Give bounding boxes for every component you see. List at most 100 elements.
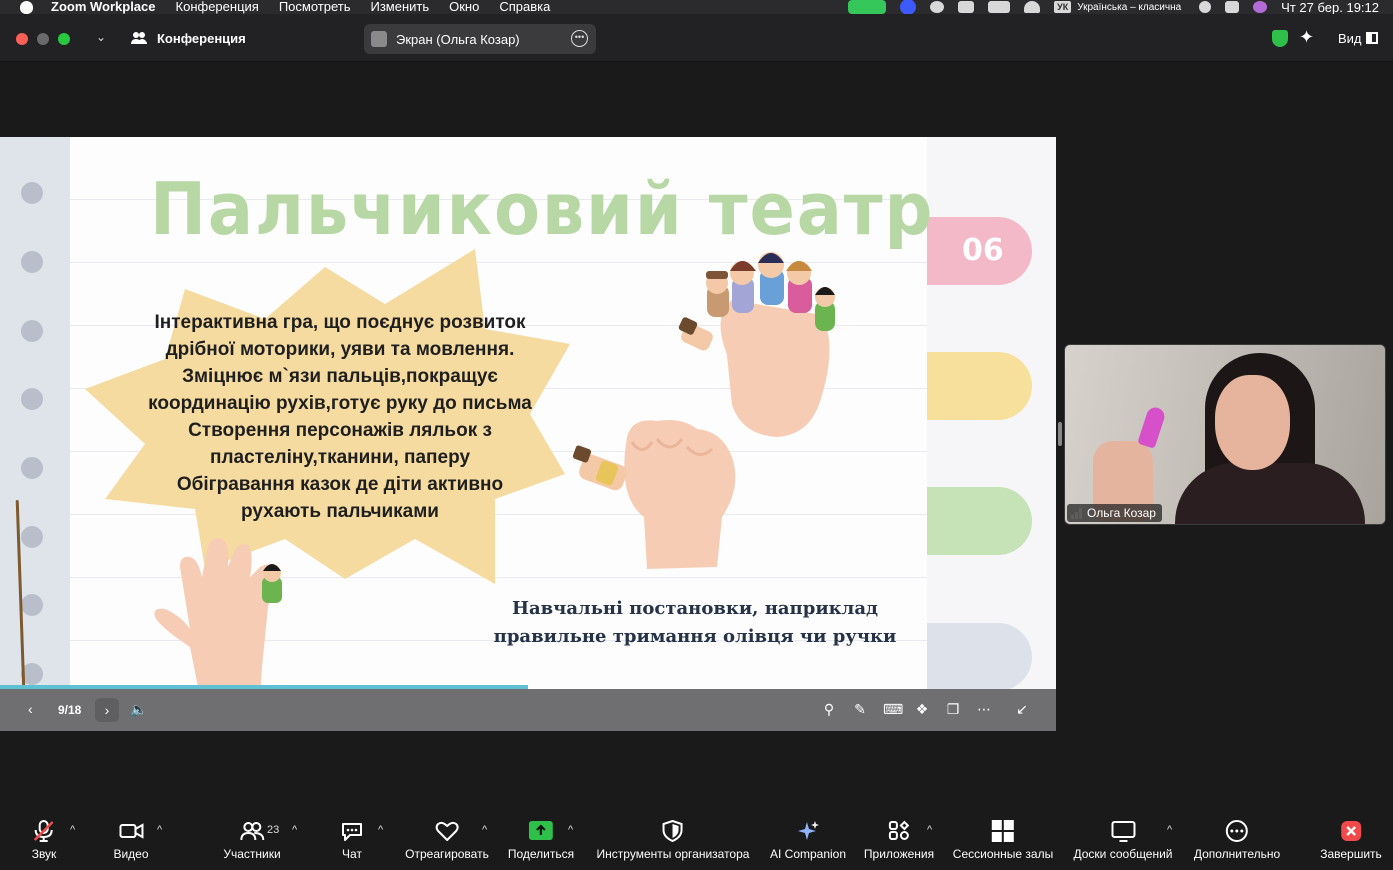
share-screen-button[interactable]: Поделиться	[508, 820, 574, 861]
section-number: 06	[962, 233, 1004, 268]
airpods-icon[interactable]	[958, 1, 975, 13]
video-button[interactable]: Видео	[113, 820, 149, 861]
panel-resize-handle[interactable]	[1058, 422, 1062, 446]
share-label: Поделиться	[507, 847, 575, 861]
menu-edit[interactable]: Изменить	[370, 0, 429, 14]
slide-control-bar: ‹ 9/18 › 🔈 ⚲ ✎ ⌨ ❖ ❐ ⋯ ↙	[0, 689, 1056, 731]
host-tools-button[interactable]: Инструменты организатора	[597, 820, 749, 861]
participants-options-caret[interactable]: ^	[292, 824, 297, 836]
participants-label: Участники	[223, 847, 281, 861]
binding-hole	[21, 251, 43, 273]
macos-menu-bar: Zoom Workplace Конференция Посмотреть Из…	[0, 0, 1393, 15]
wifi-icon[interactable]	[1024, 1, 1041, 13]
next-slide-button[interactable]: ›	[95, 698, 119, 722]
siri-icon[interactable]	[1253, 1, 1268, 13]
ai-companion-label: AI Companion	[769, 847, 847, 861]
whiteboards-button[interactable]: Доски сообщений	[1073, 820, 1173, 861]
menu-clock[interactable]: Чт 27 бер. 19:12	[1281, 0, 1379, 15]
open-hand-with-puppet-illustration	[154, 538, 282, 689]
whiteboard-icon	[1111, 821, 1135, 842]
zoom-in-icon[interactable]: ⚲	[821, 701, 837, 717]
audio-options-caret[interactable]: ^	[70, 824, 75, 836]
exit-fullscreen-icon[interactable]: ↙	[1014, 701, 1030, 717]
binding-hole	[21, 388, 43, 410]
more-label: Дополнительно	[1193, 847, 1281, 861]
ai-sparkle-icon[interactable]: ✦	[1299, 27, 1314, 48]
battery-icon[interactable]	[988, 1, 1011, 13]
fist-with-puppet-illustration	[572, 420, 736, 569]
end-meeting-button[interactable]: Завершить	[1320, 820, 1382, 861]
more-icon[interactable]: ⋯	[976, 701, 992, 717]
end-meeting-label: Завершить	[1320, 847, 1382, 861]
chat-options-caret[interactable]: ^	[378, 824, 383, 836]
control-center-icon[interactable]	[1225, 1, 1240, 13]
menu-conference[interactable]: Конференция	[176, 0, 259, 14]
apps-label: Приложения	[863, 847, 935, 861]
fullscreen-window-button[interactable]	[58, 33, 70, 45]
speaker-icon[interactable]: 🔈	[130, 701, 147, 717]
menu-app-name[interactable]: Zoom Workplace	[51, 0, 156, 14]
audio-button[interactable]: Звук	[31, 820, 57, 861]
close-window-button[interactable]	[16, 33, 28, 45]
breakout-rooms-button[interactable]: Сессионные залы	[953, 820, 1053, 861]
binding-hole	[21, 457, 43, 479]
section-tab-06: 06	[927, 217, 1032, 285]
burst-line: координацію рухів,готує руку до письма	[148, 393, 532, 414]
more-button[interactable]: Дополнительно	[1194, 820, 1280, 861]
apps-button[interactable]: Приложения	[864, 820, 934, 861]
zoom-app-icon[interactable]	[900, 0, 917, 15]
whiteboards-label: Доски сообщений	[1073, 847, 1173, 861]
react-button[interactable]: Отреагировать	[405, 820, 489, 861]
section-tab-green	[927, 487, 1032, 555]
whiteboards-options-caret[interactable]: ^	[1167, 824, 1172, 836]
keyboard-badge[interactable]: УК	[1054, 1, 1072, 13]
slide-caption: Навчальні постановки, наприклад правильн…	[490, 595, 900, 651]
participant-video-tile[interactable]: Ольга Козар	[1064, 344, 1386, 525]
muted-microphone-icon	[34, 820, 54, 842]
share-options-caret[interactable]: ^	[568, 824, 573, 836]
security-shield-icon[interactable]	[1272, 30, 1288, 47]
view-menu-label[interactable]: Вид	[1338, 31, 1362, 46]
spotlight-search-icon[interactable]	[1199, 1, 1212, 13]
more-options-icon[interactable]: •••	[571, 30, 588, 47]
keyboard-layout[interactable]: Українська – класична	[1077, 2, 1181, 13]
broadcast-icon[interactable]: ❖	[914, 701, 930, 717]
chat-button[interactable]: Чат	[340, 820, 364, 861]
slide-tabs: 06	[927, 137, 1056, 689]
audio-label: Звук	[31, 847, 57, 861]
video-options-caret[interactable]: ^	[157, 824, 162, 836]
layers-icon[interactable]: ❐	[945, 701, 961, 717]
binding-hole	[21, 526, 43, 548]
menu-help[interactable]: Справка	[499, 0, 550, 14]
participant-name-label: Ольга Козар	[1067, 504, 1162, 522]
react-options-caret[interactable]: ^	[482, 824, 487, 836]
screen-share-label: Экран (Ольга Козар)	[396, 32, 520, 47]
chat-bubble-icon	[342, 823, 362, 841]
burst-line: дрібної моторики, уяви та мовлення.	[165, 339, 515, 360]
avatar	[371, 31, 387, 47]
apps-options-caret[interactable]: ^	[927, 824, 932, 836]
more-dots-icon	[1226, 820, 1248, 842]
meeting-toolbar: Звук ^ Видео ^ Участники 23 ^ Чат ^ Отре…	[0, 810, 1393, 870]
burst-text: Інтерактивна гра, що поєднує розвиток др…	[125, 309, 555, 525]
screen-share-tab[interactable]: Экран (Ольга Козар) •••	[364, 24, 596, 54]
ai-companion-button[interactable]: AI Companion	[770, 820, 846, 861]
zoom-camera-status-icon[interactable]	[848, 0, 887, 14]
viber-icon[interactable]	[930, 1, 945, 13]
view-layout-icon[interactable]	[1366, 32, 1378, 44]
menu-window[interactable]: Окно	[449, 0, 479, 14]
caption-line: Навчальні постановки, наприклад	[511, 598, 879, 619]
apple-icon[interactable]	[20, 0, 33, 14]
burst-line: пластеліну,тканини, паперу	[209, 447, 471, 468]
keyboard-icon[interactable]: ⌨	[883, 701, 903, 717]
meeting-label[interactable]: Конференция	[157, 31, 246, 46]
burst-line: Створення персонажів ляльок з	[188, 420, 492, 441]
annotate-pen-icon[interactable]: ✎	[852, 701, 868, 717]
menu-view[interactable]: Посмотреть	[279, 0, 351, 14]
chevron-down-icon[interactable]: ⌄	[96, 30, 106, 44]
video-label: Видео	[113, 847, 149, 861]
previous-slide-button[interactable]: ‹	[28, 701, 33, 717]
participants-icon	[239, 822, 264, 841]
minimize-window-button[interactable]	[37, 33, 49, 45]
breakout-rooms-label: Сессионные залы	[952, 847, 1054, 861]
